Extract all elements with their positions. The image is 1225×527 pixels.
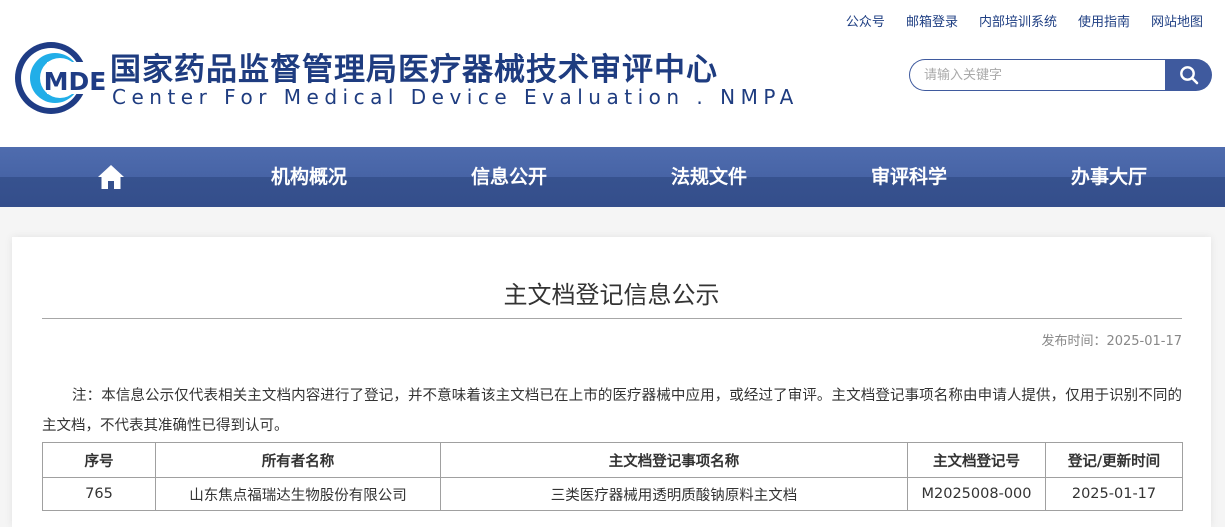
nav-item-organization[interactable]: 机构概况 xyxy=(271,147,347,207)
site-title-cn: 国家药品监督管理局医疗器械技术审评中心 xyxy=(110,52,718,88)
col-header-registration-no: 主文档登记号 xyxy=(907,442,1046,478)
top-link-site-map[interactable]: 网站地图 xyxy=(1151,11,1203,30)
main-nav: 机构概况 信息公开 法规文件 审评科学 办事大厅 xyxy=(0,147,1225,207)
col-header-owner: 所有者名称 xyxy=(155,442,441,478)
search-box xyxy=(909,59,1212,91)
search-input[interactable] xyxy=(909,59,1166,91)
search-icon xyxy=(1179,66,1198,85)
site-header: 公众号 邮箱登录 内部培训系统 使用指南 网站地图 MDE 国家药品监督管理局医… xyxy=(0,0,1225,147)
cell-index: 765 xyxy=(42,477,156,511)
col-header-update-time: 登记/更新时间 xyxy=(1045,442,1183,478)
master-file-table: 序号 所有者名称 主文档登记事项名称 主文档登记号 登记/更新时间 765 山东… xyxy=(42,442,1183,511)
top-link-user-guide[interactable]: 使用指南 xyxy=(1078,11,1130,30)
nav-item-review-science[interactable]: 审评科学 xyxy=(871,147,947,207)
cmde-logo-icon[interactable]: MDE xyxy=(13,40,105,116)
home-icon xyxy=(98,165,124,189)
col-header-item-name: 主文档登记事项名称 xyxy=(440,442,908,478)
top-link-wechat[interactable]: 公众号 xyxy=(846,11,885,30)
cell-owner: 山东焦点福瑞达生物股份有限公司 xyxy=(155,477,441,511)
top-links: 公众号 邮箱登录 内部培训系统 使用指南 网站地图 xyxy=(846,11,1203,30)
top-link-training-system[interactable]: 内部培训系统 xyxy=(979,11,1057,30)
content-panel: 主文档登记信息公示 发布时间：2025-01-17 注：本信息公示仅代表相关主文… xyxy=(12,237,1211,527)
search-button[interactable] xyxy=(1165,59,1212,91)
table-row: 765 山东焦点福瑞达生物股份有限公司 三类医疗器械用透明质酸钠原料主文档 M2… xyxy=(42,477,1183,511)
notice-paragraph: 注：本信息公示仅代表相关主文档内容进行了登记，并不意味着该主文档已在上市的医疗器… xyxy=(42,388,1182,434)
page-title: 主文档登记信息公示 xyxy=(503,281,720,309)
nav-item-information[interactable]: 信息公开 xyxy=(471,147,547,207)
top-link-mail-login[interactable]: 邮箱登录 xyxy=(906,11,958,30)
cell-update-time: 2025-01-17 xyxy=(1045,477,1183,511)
table-header-row: 序号 所有者名称 主文档登记事项名称 主文档登记号 登记/更新时间 xyxy=(42,442,1183,478)
publish-date: 发布时间：2025-01-17 xyxy=(1041,334,1182,349)
title-divider xyxy=(42,318,1182,319)
nav-item-service-hall[interactable]: 办事大厅 xyxy=(1071,147,1147,207)
nav-item-regulations[interactable]: 法规文件 xyxy=(671,147,747,207)
nav-home[interactable] xyxy=(93,147,129,207)
logo-text: MDE xyxy=(44,67,105,96)
cell-registration-no: M2025008-000 xyxy=(907,477,1046,511)
cell-item-name: 三类医疗器械用透明质酸钠原料主文档 xyxy=(440,477,908,511)
site-title-en: Center For Medical Device Evaluation . N… xyxy=(112,85,799,109)
col-header-index: 序号 xyxy=(42,442,156,478)
